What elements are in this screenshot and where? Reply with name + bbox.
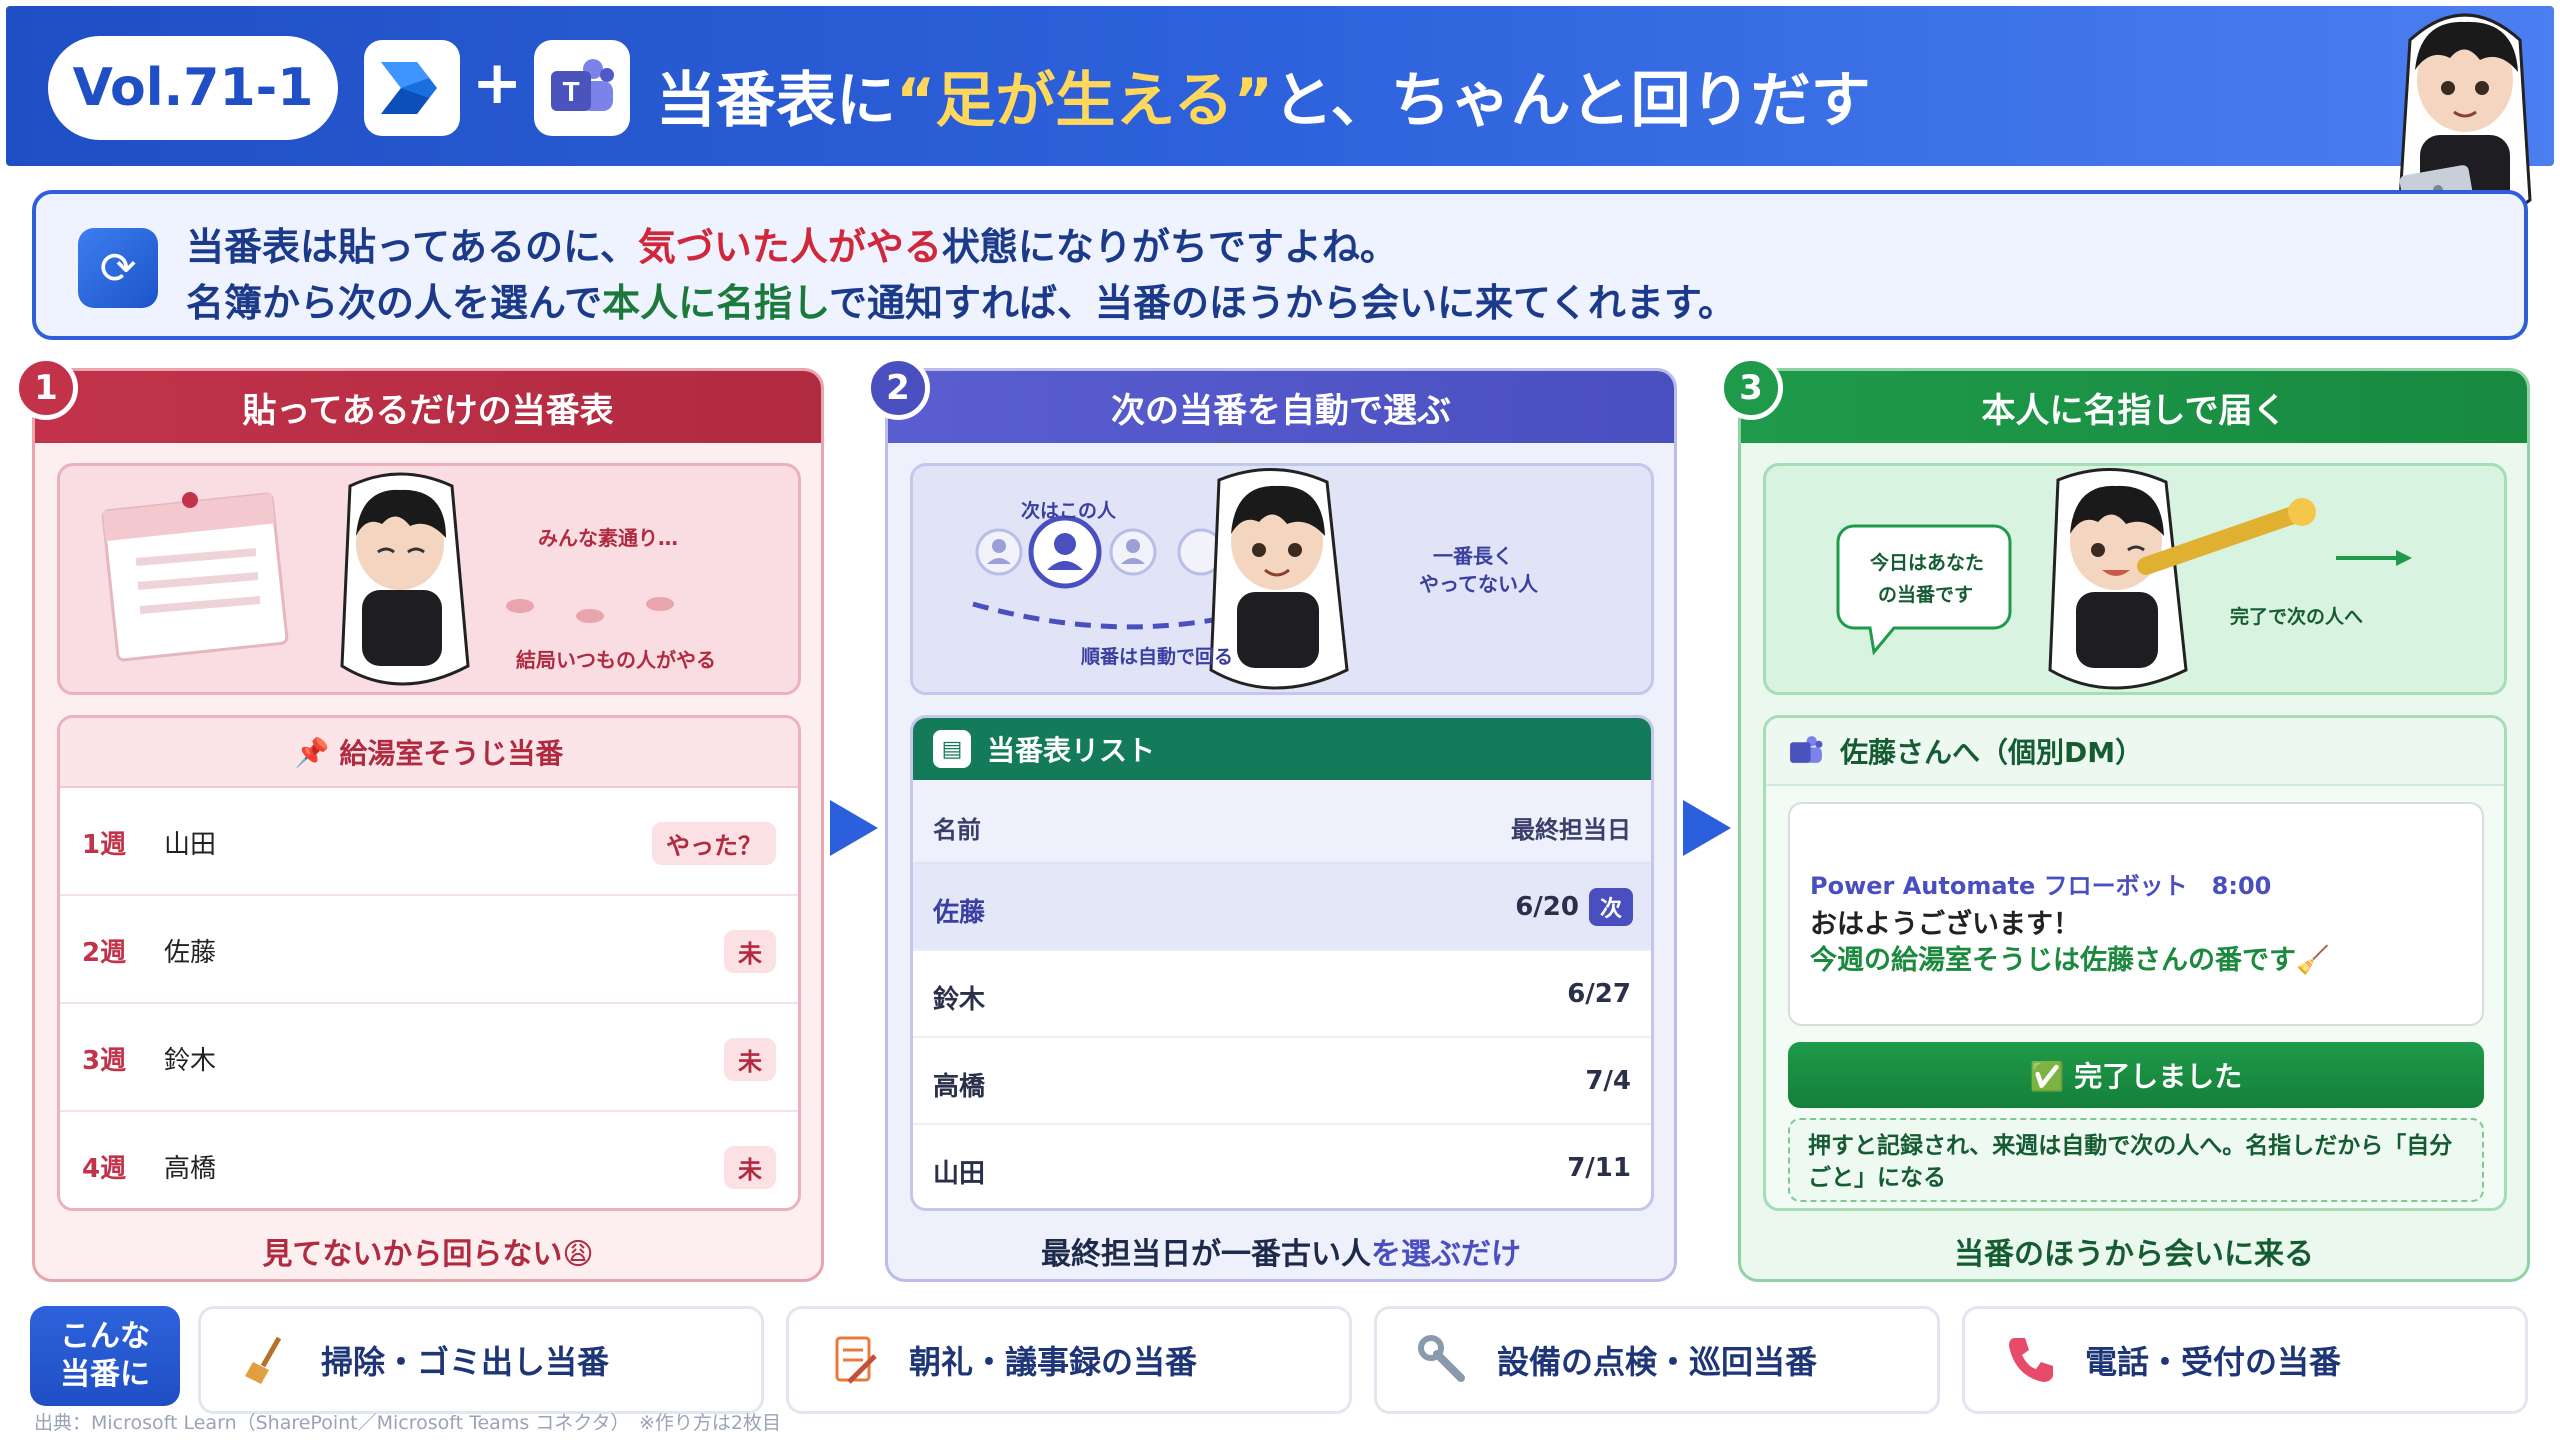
person-icons-row	[975, 515, 1225, 589]
panel-footer: 最終担当日が一番古い人を選ぶだけ	[1041, 1237, 1521, 1272]
roster-card-title: 📌 給湯室そうじ当番	[60, 718, 798, 788]
use-case-label: こんな 当番に	[30, 1306, 180, 1406]
use-case-inspection: 設備の点検・巡回当番	[1374, 1306, 1940, 1414]
table-row: 4週 高橋 未	[60, 1112, 798, 1208]
step-number-1: 1	[14, 356, 78, 420]
list-item: 鈴木 6/27	[913, 951, 1651, 1038]
intro-box: ⟳ 当番表は貼ってあるのに、気づいた人がやる状態になりがちですよね。 名簿から次…	[32, 190, 2528, 340]
list-icon: ▤	[933, 730, 971, 768]
pin-icon: 📌	[294, 735, 330, 769]
person-name: 鈴木	[164, 1046, 217, 1076]
power-automate-icon	[364, 40, 460, 136]
arrow-right-icon	[1683, 800, 1731, 856]
plus-sign: +	[472, 48, 523, 118]
step-number-3: 3	[1719, 356, 1783, 420]
illus-caption-next: 次はこの人	[1021, 500, 1117, 522]
person-name: 山田	[164, 830, 217, 860]
week-label: 3週	[82, 1046, 127, 1076]
last-date: 6/20	[1515, 892, 1579, 922]
use-case-minutes: 朝礼・議事録の当番	[786, 1306, 1352, 1414]
last-date: 7/11	[1567, 1153, 1631, 1183]
person-name: 山田	[933, 1159, 986, 1189]
last-date: 6/27	[1567, 979, 1631, 1009]
header-banner: Vol.71-1 + T 当番表に“足が生える”と、ちゃんと回りだす	[6, 6, 2554, 166]
panel-title: 貼ってあるだけの当番表	[35, 371, 821, 443]
col-name: 名前	[933, 816, 981, 844]
arrow-right-icon	[830, 800, 878, 856]
use-case-cleaning: 掃除・ゴミ出し当番	[198, 1306, 764, 1414]
person-name: 高橋	[933, 1072, 986, 1102]
table-row: 3週 鈴木 未	[60, 1004, 798, 1112]
illus-caption-2: 結局いつもの人がやる	[516, 648, 716, 672]
memo-icon	[835, 1336, 877, 1384]
teams-icon: T	[534, 40, 630, 136]
person-name: 高橋	[164, 1154, 217, 1184]
message-line-1: おはようございます！	[1810, 909, 2080, 940]
illustration-ignored-roster: みんな素通り… 結局いつもの人がやる	[57, 463, 801, 695]
broom-icon	[245, 1336, 282, 1384]
week-label: 1週	[82, 830, 127, 860]
svg-text:T: T	[562, 76, 579, 107]
done-button[interactable]: ✅ 完了しました	[1788, 1042, 2484, 1108]
col-last-date: 最終担当日	[1511, 816, 1631, 844]
dm-header: 佐藤さんへ（個別DM）	[1766, 718, 2504, 786]
status-badge: 未	[724, 1146, 776, 1189]
step-number-2: 2	[866, 356, 930, 420]
wrench-icon	[1418, 1335, 1465, 1382]
message-sender: Power Automate フローボット 8:00	[1810, 872, 2272, 900]
panel-title: 次の当番を自動で選ぶ	[888, 371, 1674, 443]
illus-caption-longest: 一番長く	[1433, 544, 1513, 568]
teams-icon	[1790, 736, 1823, 763]
roster-card: 📌 給湯室そうじ当番 1週 山田 やった？ 2週 佐藤 未 3週 鈴木 未 4週 …	[57, 715, 801, 1211]
next-badge: 次	[1589, 888, 1633, 926]
illus-caption-not-done: やってない人	[1419, 572, 1538, 596]
panel-static-roster: 貼ってあるだけの当番表 みんな素通り… 結局いつもの人がやる 📌 給湯室そうじ当…	[32, 368, 824, 1282]
table-row: 2週 佐藤 未	[60, 896, 798, 1004]
last-date: 7/4	[1585, 1066, 1631, 1096]
person-name: 佐藤	[164, 938, 217, 968]
teams-dm-card: 佐藤さんへ（個別DM） Power Automate フローボット 8:00 お…	[1763, 715, 2507, 1211]
illus-caption-auto: 順番は自動で回る	[1081, 646, 1234, 668]
person-name: 鈴木	[933, 985, 986, 1015]
refresh-icon: ⟳	[78, 228, 158, 308]
page-title: 当番表に“足が生える”と、ちゃんと回りだす	[656, 66, 1871, 136]
illustration-rotation: 次はこの人 順番は自動で回る 一番長く やってない人	[910, 463, 1654, 695]
status-badge: やった？	[652, 822, 776, 865]
week-label: 4週	[82, 1154, 127, 1184]
message-line-2: 今週の給湯室そうじは佐藤さんの番です🧹	[1810, 945, 2330, 976]
done-note: 押すと記録され、来週は自動で次の人へ。名指しだから「自分ごと」になる	[1788, 1118, 2484, 1202]
panel-footer: 当番のほうから会いに来る	[1954, 1237, 2314, 1272]
list-item: 佐藤 6/20 次	[913, 864, 1651, 951]
winking-character	[2048, 468, 2188, 690]
list-header: ▤ 当番表リスト	[913, 718, 1651, 780]
table-row: 1週 山田 やった？	[60, 788, 798, 896]
illus-caption-complete: 完了で次の人へ	[2230, 606, 2364, 628]
intro-line-2: 名簿から次の人を選んで本人に名指しで通知すれば、当番のほうから会いに来てくれます…	[186, 281, 1737, 325]
bubble-line-2: の当番です	[1878, 584, 1974, 606]
bubble-line-1: 今日はあなた	[1870, 552, 1985, 574]
column-headers: 名前 最終担当日	[913, 780, 1651, 864]
source-citation: 出典：Microsoft Learn（SharePoint／Microsoft …	[34, 1412, 782, 1434]
phone-icon	[2009, 1338, 2053, 1382]
panel-direct-notify: 本人に名指しで届く 今日はあなた の当番です 完了で次の人へ 佐藤さんへ（個別D…	[1738, 368, 2530, 1282]
volume-badge: Vol.71-1	[48, 36, 338, 140]
list-item: 山田 7/11	[913, 1125, 1651, 1208]
panel-auto-select: 次の当番を自動で選ぶ 次はこの人 順番は自動で回る 一番長く やってない人 ▤ …	[885, 368, 1677, 1282]
paper-roster-icon	[101, 492, 289, 662]
person-name: 佐藤	[933, 898, 986, 928]
illus-caption-1: みんな素通り…	[538, 526, 678, 550]
illustration-notify: 今日はあなた の当番です 完了で次の人へ	[1763, 463, 2507, 695]
sleepy-character	[340, 472, 470, 686]
panel-title: 本人に名指しで届く	[1741, 371, 2527, 443]
chat-message: Power Automate フローボット 8:00 おはようございます！ 今週…	[1788, 802, 2484, 1026]
status-badge: 未	[724, 1038, 776, 1081]
status-badge: 未	[724, 930, 776, 973]
roster-list-card: ▤ 当番表リスト 名前 最終担当日 佐藤 6/20 次 鈴木 6/27 高橋 7/…	[910, 715, 1654, 1211]
list-item: 高橋 7/4	[913, 1038, 1651, 1125]
intro-line-1: 当番表は貼ってあるのに、気づいた人がやる状態になりがちですよね。	[186, 225, 1398, 269]
use-case-phone: 電話・受付の当番	[1962, 1306, 2528, 1414]
panel-footer: 見てないから回らない😩	[262, 1237, 594, 1272]
week-label: 2週	[82, 938, 127, 968]
